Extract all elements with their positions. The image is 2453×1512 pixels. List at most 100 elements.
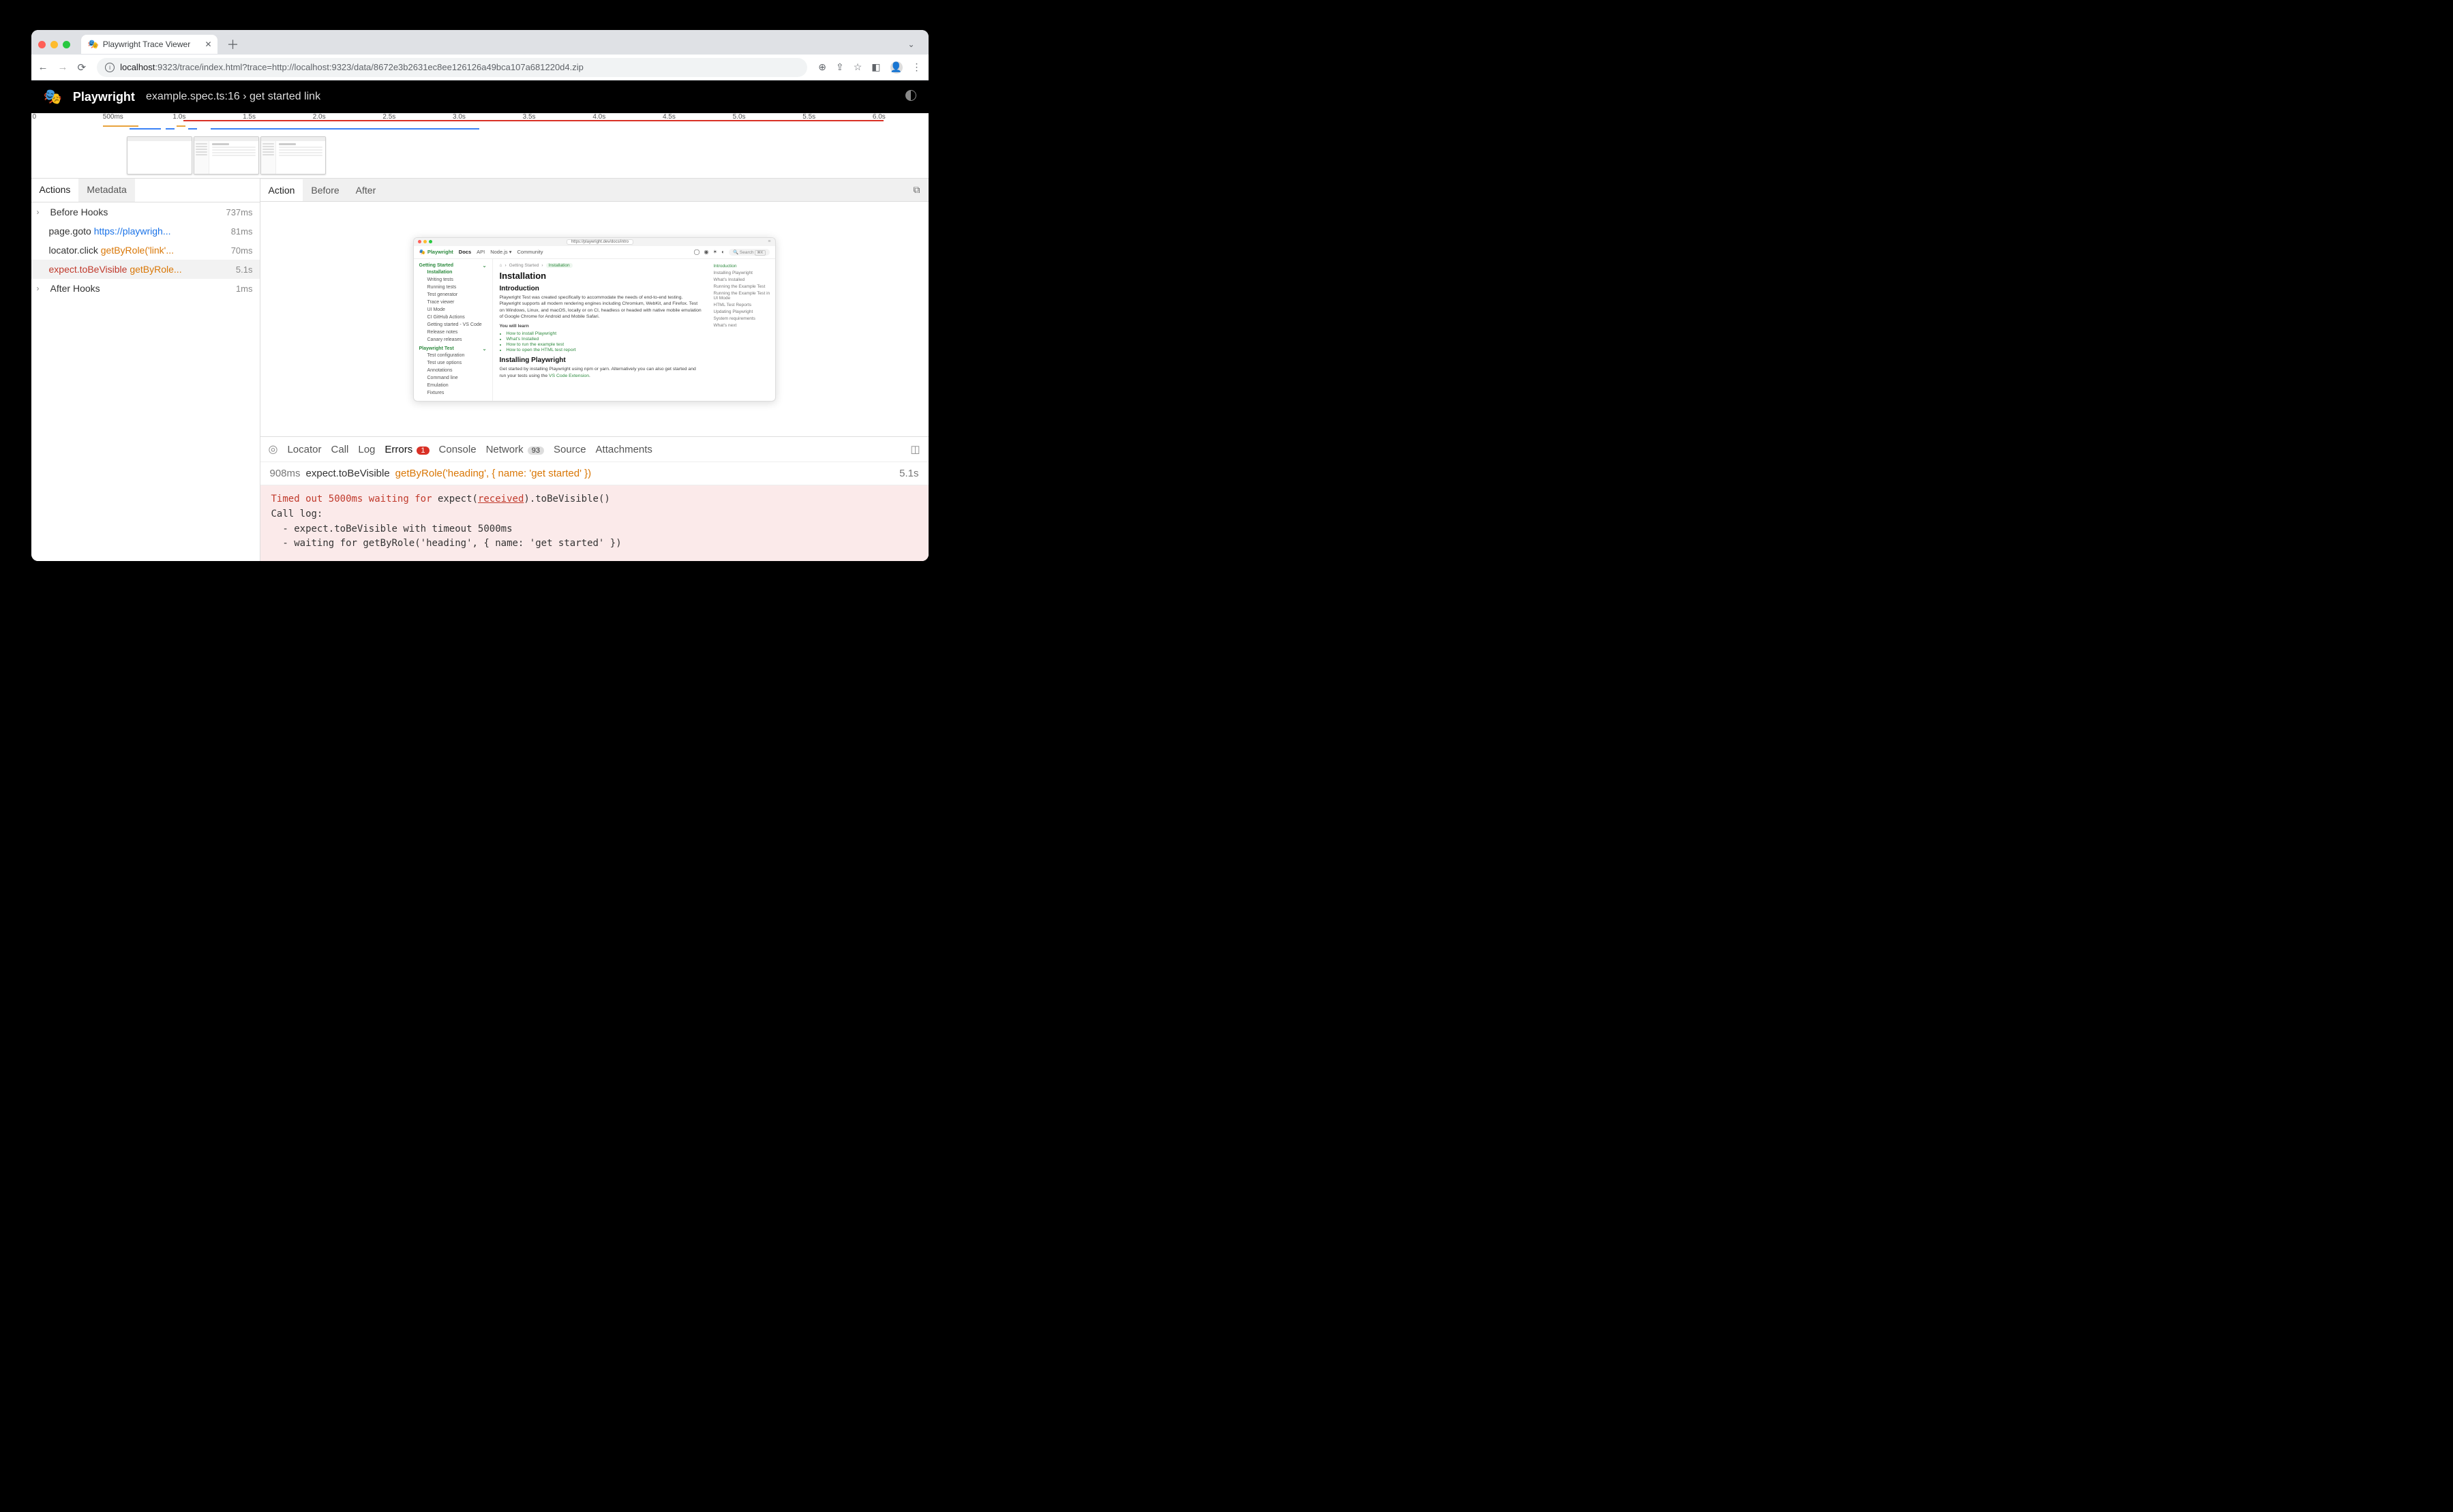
timeline-segment	[130, 128, 161, 130]
timeline-thumbnail[interactable]	[194, 136, 259, 175]
action-label: Before Hooks	[50, 207, 221, 217]
chevron-right-icon: ›	[37, 207, 45, 217]
mini-nav-api: API	[477, 249, 485, 255]
action-click[interactable]: locator.click getByRole('link'... 70ms	[31, 241, 260, 260]
tab-after[interactable]: After	[348, 179, 385, 201]
subheading: You will learn	[500, 323, 703, 330]
back-button[interactable]: ←	[38, 61, 48, 74]
tab-before[interactable]: Before	[303, 179, 347, 201]
url-host: localhost	[120, 62, 155, 72]
breadcrumb: ⌂ › Getting Started › Installation	[500, 263, 703, 268]
close-window-icon[interactable]	[38, 41, 46, 48]
mini-close-icon	[418, 240, 421, 243]
timeline-segment	[166, 128, 175, 130]
share-icon[interactable]: ⇪	[836, 61, 844, 73]
browser-window: 🎭 Playwright Trace Viewer ✕ ＋ ⌄ ← → ⟳ i …	[31, 30, 929, 561]
action-goto[interactable]: page.goto https://playwrigh... 81ms	[31, 222, 260, 241]
tab-attachments[interactable]: Attachments	[596, 444, 652, 455]
tab-source[interactable]: Source	[554, 444, 586, 455]
playwright-logo-icon: 🎭	[44, 88, 62, 106]
tab-title: Playwright Trace Viewer	[103, 40, 191, 49]
external-link-icon: ⧉	[914, 184, 920, 195]
snapshot-tabs: Action Before After ⧉	[260, 179, 929, 202]
maximize-window-icon[interactable]	[63, 41, 70, 48]
timeline-film	[31, 123, 929, 179]
bookmark-icon[interactable]: ☆	[854, 61, 862, 73]
tabs-overflow-icon[interactable]: ⌄	[907, 40, 921, 49]
discord-icon: ◉	[704, 249, 708, 255]
site-info-icon[interactable]: i	[105, 63, 115, 72]
popout-button[interactable]: ⧉	[905, 179, 929, 201]
tab-network[interactable]: Network 93	[486, 444, 544, 455]
side-item: Emulation	[423, 382, 487, 389]
side-item: Canary releases	[423, 336, 487, 344]
side-item: Writing tests	[423, 276, 487, 284]
tab-errors[interactable]: Errors 1	[385, 444, 429, 455]
timeline[interactable]: 0 500ms 1.0s 1.5s 2.0s 2.5s 3.0s 3.5s 4.…	[31, 113, 929, 179]
mini-brand: 🎭 Playwright	[419, 249, 453, 255]
profile-icon[interactable]: 👤	[890, 61, 903, 74]
close-tab-icon[interactable]: ✕	[205, 40, 211, 49]
paragraph: Playwright Test was created specifically…	[500, 294, 703, 320]
sidepanel-icon[interactable]: ◧	[871, 61, 880, 73]
section-heading: Installing Playwright	[500, 357, 703, 364]
error-header: 908ms expect.toBeVisible getByRole('head…	[260, 462, 929, 485]
action-expect[interactable]: expect.toBeVisible getByRole... 5.1s	[31, 260, 260, 279]
app-header: 🎭 Playwright example.spec.ts:16 › get st…	[31, 80, 929, 113]
bottom-tabs: ◎ Locator Call Log Errors 1 Console Netw…	[260, 437, 929, 462]
error-time: 908ms	[270, 468, 301, 479]
forward-button: →	[58, 61, 68, 74]
tab-call[interactable]: Call	[331, 444, 349, 455]
tab-metadata[interactable]: Metadata	[78, 179, 134, 202]
tab-console[interactable]: Console	[439, 444, 477, 455]
chevron-right-icon: ›	[37, 284, 45, 293]
tab-log[interactable]: Log	[358, 444, 375, 455]
github-icon: ◯	[694, 249, 700, 255]
list-item: What's Installed	[507, 337, 703, 342]
side-item: Running tests	[423, 284, 487, 291]
toc-item: Running the Example Test in UI Mode	[714, 290, 771, 302]
network-badge: 93	[528, 447, 544, 455]
mini-max-icon	[429, 240, 432, 243]
target-icon[interactable]: ◎	[269, 442, 278, 456]
side-item: Test generator	[423, 291, 487, 299]
timeline-thumbnail[interactable]	[260, 136, 326, 175]
app-title: Playwright	[73, 90, 135, 104]
toc-item: Updating Playwright	[714, 309, 771, 316]
browser-tab[interactable]: 🎭 Playwright Trace Viewer ✕	[81, 35, 217, 54]
left-pane: Actions Metadata › Before Hooks 737ms pa…	[31, 179, 260, 561]
page-title: Installation	[500, 271, 703, 281]
layout-toggle-icon[interactable]: ◫	[910, 443, 920, 455]
action-before-hooks[interactable]: › Before Hooks 737ms	[31, 202, 260, 222]
mini-menu-icon: ≡	[768, 239, 770, 244]
home-icon: ⌂	[500, 263, 502, 268]
menu-icon[interactable]: ⋮	[912, 61, 922, 73]
timeline-segment	[211, 128, 480, 130]
theme-toggle[interactable]	[905, 90, 916, 104]
action-label: locator.click getByRole('link'...	[49, 245, 226, 256]
side-item: CI GitHub Actions	[423, 314, 487, 321]
url-input[interactable]: i localhost:9323/trace/index.html?trace=…	[97, 58, 807, 77]
mini-min-icon	[423, 240, 427, 243]
tab-action[interactable]: Action	[260, 179, 303, 201]
mini-sidebar: Getting Started⌄ Installation Writing te…	[414, 259, 493, 401]
timeline-thumbnail[interactable]	[127, 136, 192, 175]
bullet-list: How to install Playwright What's Install…	[500, 331, 703, 352]
side-item: Annotations	[423, 367, 487, 374]
mini-nav-docs: Docs	[459, 249, 471, 255]
minimize-window-icon[interactable]	[50, 41, 58, 48]
zoom-icon[interactable]: ⊕	[818, 61, 826, 73]
side-item: Getting started - VS Code	[423, 321, 487, 329]
new-tab-button[interactable]: ＋	[223, 35, 243, 53]
left-pane-tabs: Actions Metadata	[31, 179, 260, 202]
mini-search: 🔍 Search ⌘K	[729, 249, 770, 256]
tab-locator[interactable]: Locator	[287, 444, 321, 455]
reload-button[interactable]: ⟳	[78, 61, 87, 74]
half-circle-icon	[905, 90, 916, 101]
action-after-hooks[interactable]: › After Hooks 1ms	[31, 279, 260, 298]
tick: 0	[33, 113, 37, 121]
action-label: After Hooks	[50, 283, 230, 294]
toc-item: System requirements	[714, 316, 771, 322]
tab-actions[interactable]: Actions	[31, 179, 79, 202]
bottom-pane: ◎ Locator Call Log Errors 1 Console Netw…	[260, 436, 929, 561]
